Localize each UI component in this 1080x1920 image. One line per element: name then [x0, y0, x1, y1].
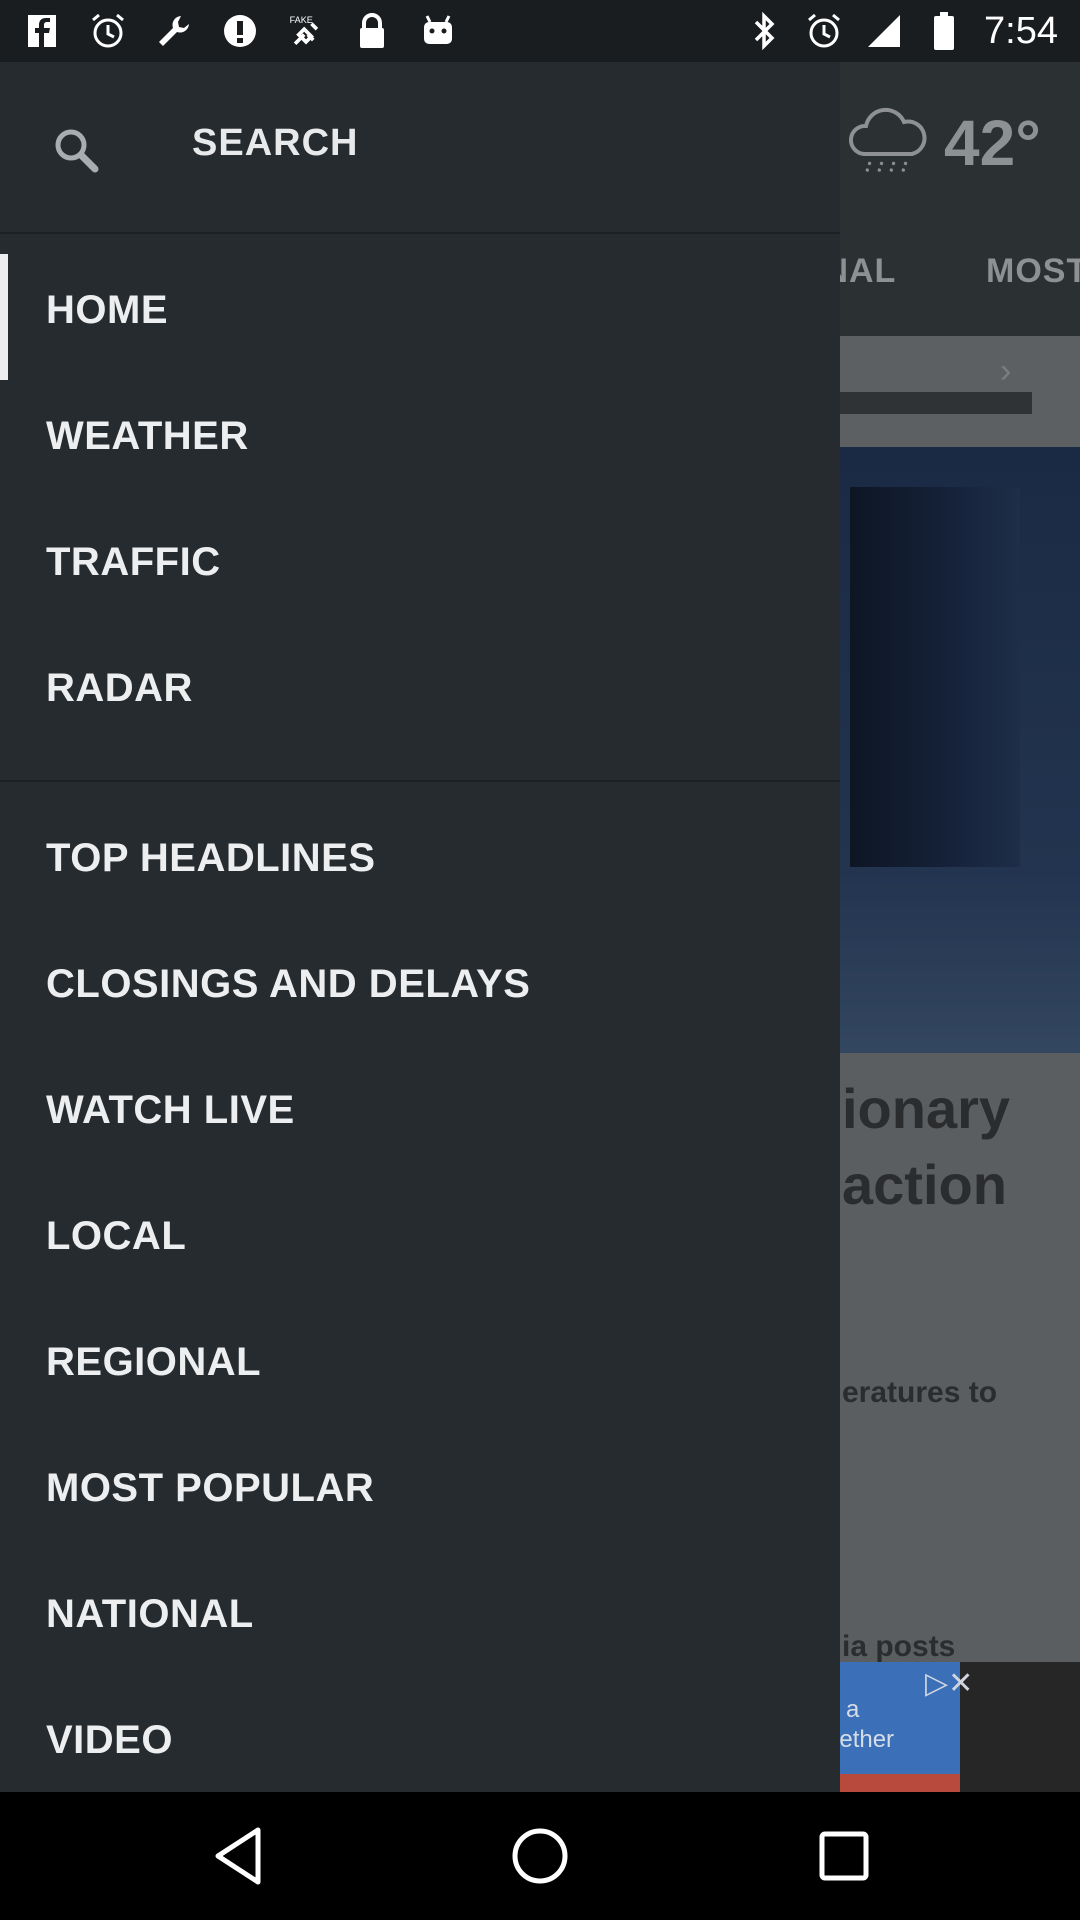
menu-item-label: LOCAL [46, 1214, 187, 1258]
active-indicator [0, 254, 8, 380]
background-temperature: 42° [944, 107, 1041, 179]
menu-item-top-headlines[interactable]: TOP HEADLINES [0, 802, 840, 928]
rain-cloud-icon [848, 107, 927, 175]
search-icon[interactable] [52, 126, 100, 174]
menu-item-video[interactable]: VIDEO [0, 1684, 840, 1792]
menu-item-label: NATIONAL [46, 1592, 254, 1636]
background-subtext: eratures to [842, 1376, 998, 1409]
menu-item-home[interactable]: HOME [0, 254, 840, 380]
menu-item-label: VIDEO [46, 1718, 173, 1762]
fake-gps-icon: FAKE [286, 11, 326, 51]
menu-item-label: RADAR [46, 666, 193, 704]
navigation-bar [0, 1792, 1080, 1920]
bluetooth-icon [744, 11, 784, 51]
background-ad-dark [960, 1662, 1080, 1792]
status-left-icons: FAKE [22, 8, 458, 54]
battery-icon [924, 11, 964, 51]
drawer-divider [0, 232, 840, 234]
svg-text:FAKE: FAKE [290, 15, 313, 25]
status-right: 7:54 [744, 8, 1058, 54]
menu-item-label: WEATHER [46, 414, 249, 458]
search-label[interactable]: SEARCH [192, 122, 358, 165]
wrench-icon [154, 11, 194, 51]
navigation-drawer: SEARCH HOME WEATHER TRAFFIC RADAR TOP HE… [0, 62, 840, 1792]
info-icon [220, 11, 260, 51]
menu-item-label: TOP HEADLINES [46, 836, 376, 880]
facebook-icon [22, 11, 62, 51]
background-headline-1: ionary [842, 1077, 1011, 1140]
alarm-icon [88, 11, 128, 51]
menu-item-label: TRAFFIC [46, 540, 221, 584]
recents-icon[interactable] [804, 1816, 884, 1896]
status-bar: FAKE 7:54 [0, 0, 1080, 62]
lock-icon [352, 11, 392, 51]
menu-item-national[interactable]: NATIONAL [0, 1558, 840, 1684]
menu-item-weather[interactable]: WEATHER [0, 380, 840, 506]
menu-item-label: CLOSINGS AND DELAYS [46, 962, 531, 1006]
background-ad-bottom [820, 1774, 960, 1792]
menu-item-label: WATCH LIVE [46, 1088, 295, 1132]
menu-item-radar[interactable]: RADAR [0, 632, 840, 704]
menu-item-most-popular[interactable]: MOST POPULAR [0, 1432, 840, 1558]
drawer-divider [0, 780, 840, 782]
search-row[interactable]: SEARCH [0, 62, 840, 232]
chevron-right-icon: › [1000, 352, 1012, 390]
background-tab-most: MOST [986, 252, 1080, 290]
status-time: 7:54 [984, 9, 1058, 52]
alarm-icon-right [804, 11, 844, 51]
menu-item-label: REGIONAL [46, 1340, 262, 1384]
menu-item-closings-and-delays[interactable]: CLOSINGS AND DELAYS [0, 928, 840, 1054]
menu-item-traffic[interactable]: TRAFFIC [0, 506, 840, 632]
menu-item-watch-live[interactable]: WATCH LIVE [0, 1054, 840, 1180]
menu-item-regional[interactable]: REGIONAL [0, 1306, 840, 1432]
background-strip-bar [820, 392, 1032, 414]
menu-item-local[interactable]: LOCAL [0, 1180, 840, 1306]
signal-icon [864, 11, 904, 51]
android-icon [418, 11, 458, 51]
menu-item-label: MOST POPULAR [46, 1466, 375, 1510]
background-image-detail [850, 487, 1020, 867]
background-headline-2: action [842, 1153, 1007, 1216]
menu-item-label: HOME [46, 288, 168, 332]
ad-close-icon: ▷✕ [925, 1667, 974, 1700]
home-icon[interactable] [500, 1816, 580, 1896]
background-subtext-2: ia posts [842, 1630, 956, 1663]
back-icon[interactable] [200, 1816, 280, 1896]
